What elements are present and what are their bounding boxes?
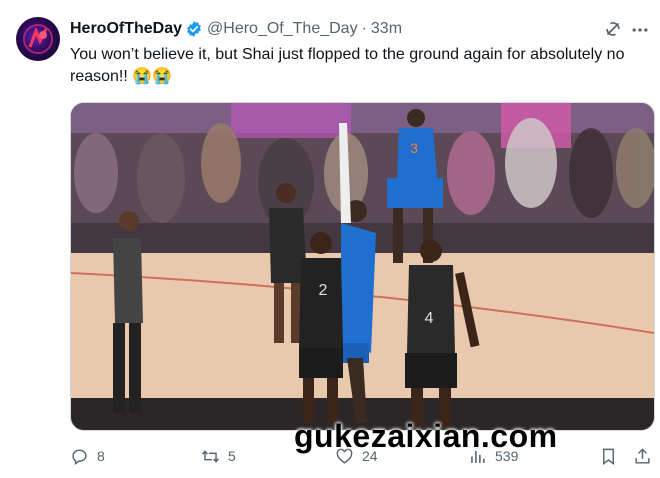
svg-text:3: 3: [410, 140, 418, 156]
tweet-text: You won’t believe it, but Shai just flop…: [70, 46, 625, 85]
media-photo: 3 2 4: [71, 103, 654, 430]
display-name[interactable]: HeroOfTheDay: [70, 20, 182, 38]
reply-icon: [72, 448, 87, 465]
bookmark-button[interactable]: [599, 444, 626, 468]
avatar-image: [23, 24, 53, 54]
share-button[interactable]: [633, 444, 660, 468]
repost-count: 5: [228, 448, 236, 464]
avatar[interactable]: [16, 17, 60, 61]
jersey-number: 2: [319, 282, 328, 299]
grok-icon[interactable]: [603, 19, 623, 39]
reply-count: 8: [97, 448, 105, 464]
watermark: gukezaixian.com: [294, 418, 558, 454]
bookmark-icon: [603, 448, 614, 465]
verified-badge-icon: [185, 20, 203, 38]
reply-button[interactable]: 8: [70, 444, 105, 468]
repost-button[interactable]: 5: [201, 444, 236, 468]
tweet-header: HeroOfTheDay @Hero_Of_The_Day · 33m: [70, 18, 402, 40]
repost-icon: [202, 449, 219, 463]
share-icon: [635, 447, 650, 464]
tweet-media[interactable]: 3 2 4: [70, 102, 655, 431]
jersey-number: 4: [425, 310, 434, 327]
separator-dot: ·: [361, 20, 367, 37]
more-options-icon[interactable]: [630, 20, 650, 40]
timestamp[interactable]: 33m: [371, 20, 402, 38]
handle[interactable]: @Hero_Of_The_Day: [207, 20, 358, 38]
